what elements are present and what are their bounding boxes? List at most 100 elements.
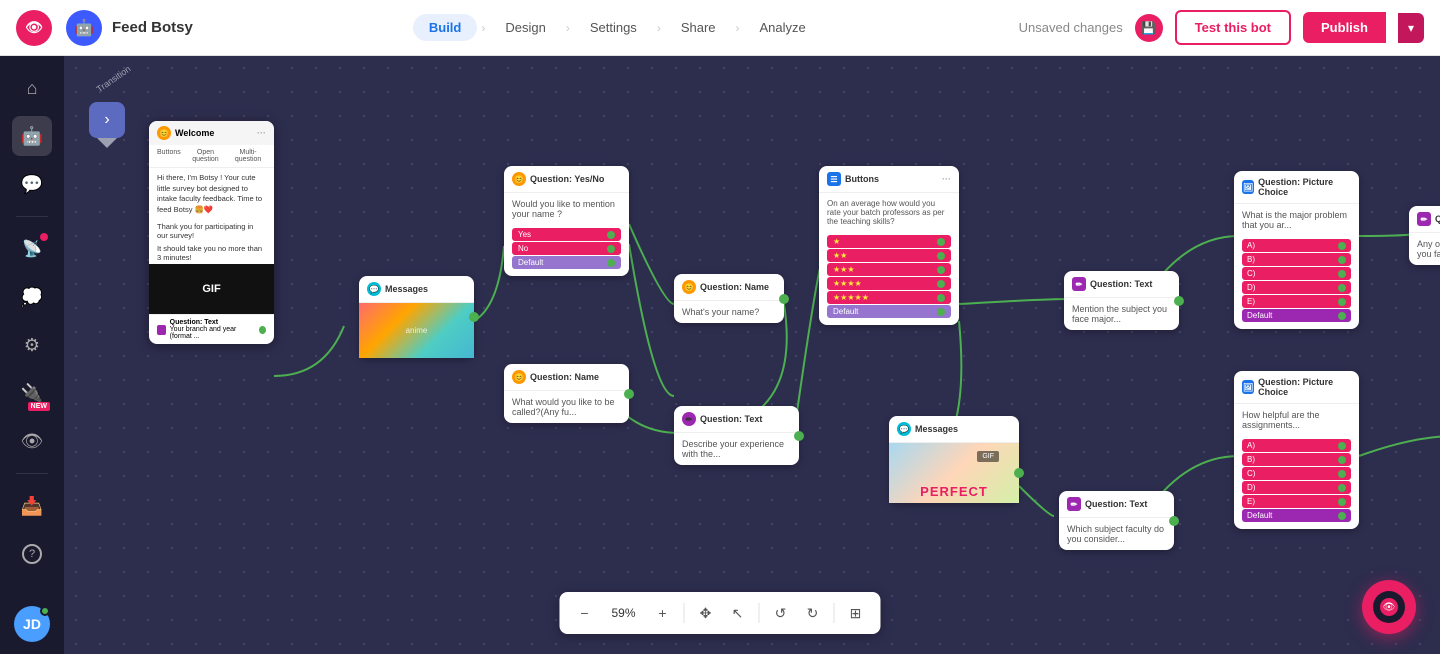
pc2a-label: A) bbox=[1247, 441, 1255, 450]
default-label: Default bbox=[518, 258, 543, 267]
home-icon: ⌂ bbox=[27, 78, 38, 99]
messages-img-label: anime bbox=[406, 326, 428, 335]
text3-connector bbox=[1169, 516, 1179, 526]
textR1-body: Any other subjects which you face m... bbox=[1409, 233, 1440, 265]
sidebar-item-whatsapp[interactable]: 💬 bbox=[12, 164, 52, 204]
yesno-default: Default bbox=[512, 256, 621, 269]
text2-connector bbox=[1174, 296, 1184, 306]
toolbar-sep-1 bbox=[684, 603, 685, 623]
text1-connector bbox=[794, 431, 804, 441]
buttons-rating-node: ☰ Buttons ··· On an average how would yo… bbox=[819, 166, 959, 325]
buttons-menu[interactable]: ··· bbox=[942, 174, 951, 184]
zoom-out-button[interactable]: − bbox=[569, 598, 599, 628]
sidebar-item-home[interactable]: ⌂ bbox=[12, 68, 52, 108]
name1-icon: 😊 bbox=[682, 280, 696, 294]
buttons-action[interactable]: Buttons bbox=[157, 149, 181, 163]
collapse-button[interactable]: › bbox=[89, 102, 125, 138]
publish-dropdown-button[interactable]: ▾ bbox=[1398, 13, 1424, 43]
flow-canvas[interactable]: Transition › 😊 Welcome ··· Buttons Open … bbox=[64, 56, 1440, 654]
nav-sep-3: › bbox=[657, 21, 661, 35]
chat-float-icon: 👁 bbox=[1373, 591, 1405, 623]
right-actions: Unsaved changes 💾 Test this bot Publish … bbox=[1019, 10, 1424, 45]
text3-icon: ✏ bbox=[1067, 497, 1081, 511]
test-bot-button[interactable]: Test this bot bbox=[1175, 10, 1291, 45]
undo-button[interactable]: ↺ bbox=[766, 598, 796, 628]
stars-default-connector bbox=[937, 308, 945, 316]
broadcast-icon: 📡 bbox=[22, 239, 42, 259]
tab-share[interactable]: Share bbox=[665, 14, 732, 41]
messages2-gif: GIF PERFECT bbox=[889, 443, 1019, 503]
yes-label: Yes bbox=[518, 230, 531, 239]
messages2-icon: 💬 bbox=[897, 422, 911, 436]
user-avatar[interactable]: JD bbox=[14, 606, 50, 642]
nav-tabs: Build › Design › Settings › Share › Anal… bbox=[216, 14, 1019, 41]
sidebar-item-plugin[interactable]: 🔌 NEW bbox=[12, 373, 52, 413]
sidebar-item-inbox[interactable]: 📥 bbox=[12, 486, 52, 526]
save-indicator[interactable]: 💾 bbox=[1135, 14, 1163, 42]
buttons-title: Buttons bbox=[845, 174, 879, 184]
sidebar-item-broadcast[interactable]: 📡 bbox=[12, 229, 52, 269]
arrow-down bbox=[97, 138, 117, 148]
text2-icon: ✏ bbox=[1072, 277, 1086, 291]
yesno-no: No bbox=[512, 242, 621, 255]
text1-header: ✏ Question: Text bbox=[674, 406, 799, 433]
pc2b-label: B) bbox=[1247, 455, 1255, 464]
textR1-header: ✏ Question: Text bbox=[1409, 206, 1440, 233]
open-question-action[interactable]: Open question bbox=[187, 149, 224, 163]
sidebar-item-integrations[interactable]: ⚙ bbox=[12, 325, 52, 365]
pc2c-conn bbox=[1338, 470, 1346, 478]
yes-connector bbox=[607, 231, 615, 239]
pc1a-label: A) bbox=[1247, 241, 1255, 250]
broadcast-badge bbox=[40, 233, 48, 241]
stars-default: Default bbox=[827, 305, 951, 318]
no-connector bbox=[607, 245, 615, 253]
tab-build[interactable]: Build bbox=[413, 14, 478, 41]
logo-icon: 👁 bbox=[25, 19, 43, 36]
pic1-icon: 🖼 bbox=[1242, 180, 1254, 194]
name2-icon: 😊 bbox=[512, 370, 526, 384]
star3-label: ★★★ bbox=[833, 265, 855, 274]
pan-tool-button[interactable]: ✥ bbox=[691, 598, 721, 628]
messages-node-1: 💬 Messages anime bbox=[359, 276, 474, 358]
no-label: No bbox=[518, 244, 528, 253]
grid-button[interactable]: ⊞ bbox=[841, 598, 871, 628]
pc2e-label: E) bbox=[1247, 497, 1255, 506]
tab-analyze[interactable]: Analyze bbox=[744, 14, 822, 41]
select-tool-button[interactable]: ↖ bbox=[723, 598, 753, 628]
pic-choice-2-node: 🖼 Question: Picture Choice How helpful a… bbox=[1234, 371, 1359, 529]
zoom-in-button[interactable]: + bbox=[648, 598, 678, 628]
pc2b-conn bbox=[1338, 456, 1346, 464]
question-body: Your branch and year (format ... bbox=[170, 326, 255, 340]
welcome-gif: GIF bbox=[149, 264, 274, 314]
pic2-icon: 🖼 bbox=[1242, 380, 1254, 394]
bottom-toolbar: − 59% + ✥ ↖ ↺ ↻ ⊞ bbox=[559, 592, 880, 634]
sidebar-item-help[interactable]: ? bbox=[12, 534, 52, 574]
collapse-label: Transition bbox=[95, 64, 133, 95]
pc2def-conn bbox=[1338, 512, 1346, 520]
pic2-title: Question: Picture Choice bbox=[1258, 377, 1351, 397]
star3-connector bbox=[937, 266, 945, 274]
pic1-header: 🖼 Question: Picture Choice bbox=[1234, 171, 1359, 204]
sidebar-item-conversations[interactable]: 💭 bbox=[12, 277, 52, 317]
textR1-title: Question: Text bbox=[1435, 214, 1440, 224]
publish-button[interactable]: Publish bbox=[1303, 12, 1386, 43]
tab-design[interactable]: Design bbox=[489, 14, 561, 41]
pc1b-conn bbox=[1338, 256, 1346, 264]
tab-settings[interactable]: Settings bbox=[574, 14, 653, 41]
chat-float-button[interactable]: 👁 bbox=[1362, 580, 1416, 634]
multi-question-action[interactable]: Multi-question bbox=[230, 149, 266, 163]
pc1e-label: E) bbox=[1247, 297, 1255, 306]
pc1a-conn bbox=[1338, 242, 1346, 250]
name2-body: What would you like to be called?(Any fu… bbox=[504, 391, 629, 423]
pc1d-conn bbox=[1338, 284, 1346, 292]
sidebar-item-bot[interactable]: 🤖 bbox=[12, 116, 52, 156]
star1-label: ★ bbox=[833, 237, 840, 246]
bot-icon: 🤖 bbox=[21, 126, 43, 147]
sidebar-item-audience[interactable]: 👁 bbox=[12, 421, 52, 461]
welcome-menu[interactable]: ··· bbox=[257, 128, 266, 138]
yesno-icon: 😊 bbox=[512, 172, 526, 186]
question-text-right-1: ✏ Question: Text Any other subjects whic… bbox=[1409, 206, 1440, 265]
redo-button[interactable]: ↻ bbox=[798, 598, 828, 628]
messages2-connector bbox=[1014, 468, 1024, 478]
text2-body: Mention the subject you face major... bbox=[1064, 298, 1179, 330]
